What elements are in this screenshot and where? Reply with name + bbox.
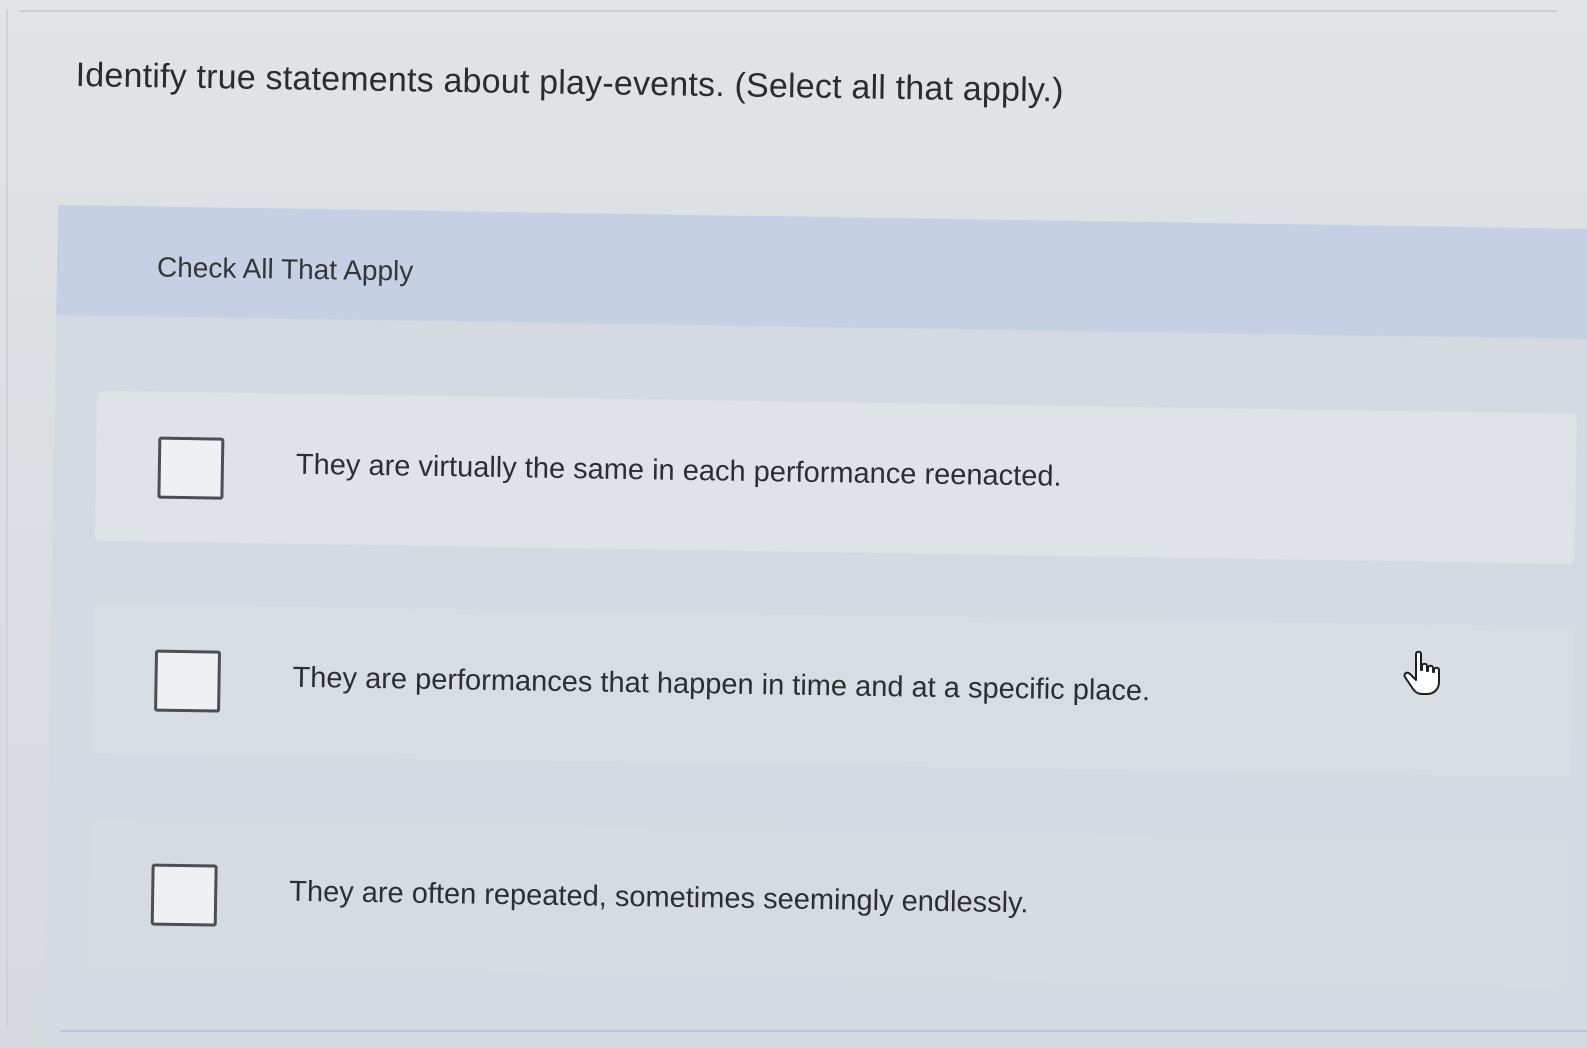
option-3-label[interactable]: They are often repeated, sometimes seemi… bbox=[289, 876, 1029, 921]
answer-option-3[interactable]: They are often repeated, sometimes seemi… bbox=[88, 817, 1571, 991]
bottom-divider bbox=[60, 1030, 1587, 1032]
option-1-label[interactable]: They are virtually the same in each perf… bbox=[296, 449, 1062, 494]
answer-option-2[interactable]: They are performances that happen in tim… bbox=[91, 603, 1574, 777]
hand-pointer-icon bbox=[1403, 650, 1440, 695]
question-prompt: Identify true statements about play-even… bbox=[75, 56, 1065, 110]
answer-option-1[interactable]: They are virtually the same in each perf… bbox=[94, 390, 1577, 564]
page: Identify true statements about play-even… bbox=[0, 0, 1587, 1048]
panel-header-label: Check All That Apply bbox=[156, 251, 414, 287]
option-2-label[interactable]: They are performances that happen in tim… bbox=[292, 662, 1150, 708]
option-1-checkbox[interactable] bbox=[157, 436, 225, 500]
top-divider bbox=[20, 10, 1557, 12]
option-2-checkbox[interactable] bbox=[154, 649, 222, 713]
option-3-checkbox[interactable] bbox=[150, 863, 218, 927]
panel-header: Check All That Apply bbox=[56, 205, 1587, 340]
left-divider bbox=[6, 10, 8, 1028]
check-all-panel: Check All That Apply They are virtually … bbox=[44, 205, 1587, 1048]
